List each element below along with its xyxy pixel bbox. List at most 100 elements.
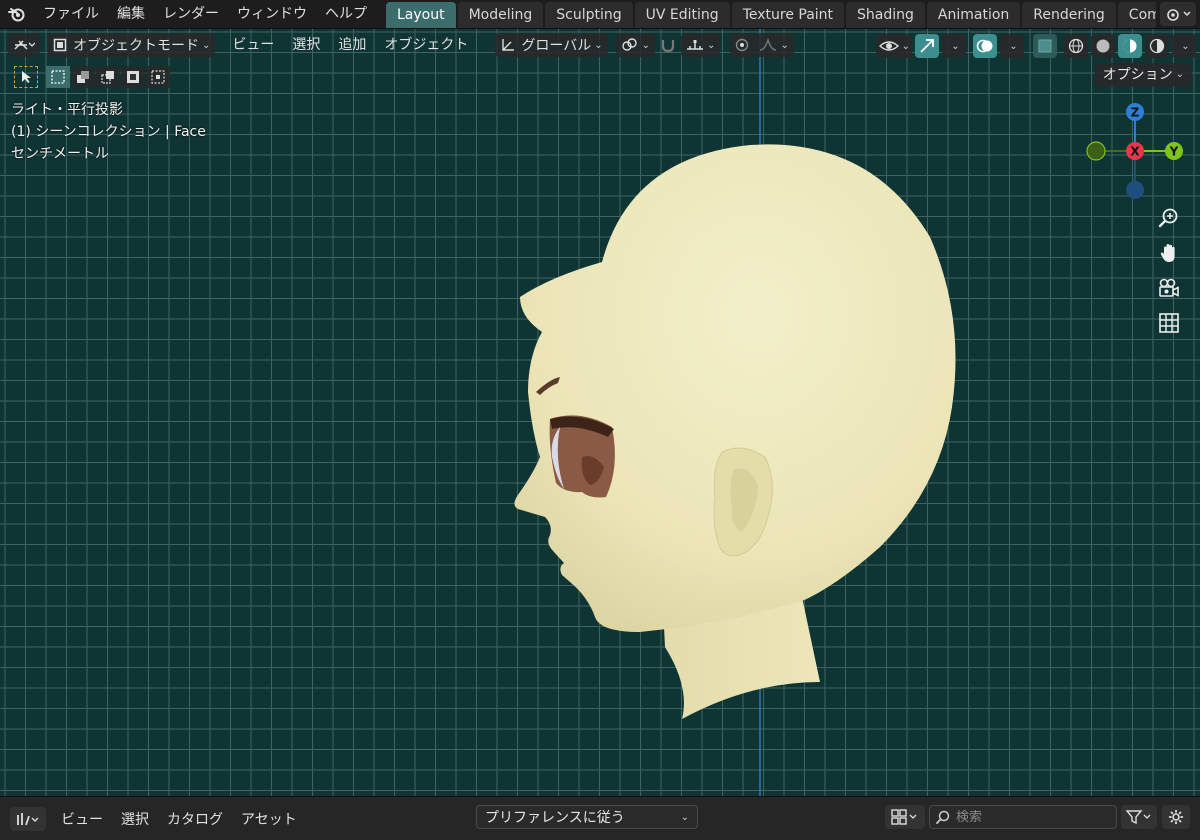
- select-tool-button[interactable]: [14, 66, 38, 88]
- cursor-arrow-icon: [22, 71, 31, 83]
- menu-file[interactable]: ファイル: [34, 0, 108, 28]
- thumbnail-grid-icon: [891, 809, 917, 825]
- chevron-down-icon: ⌄: [951, 40, 960, 52]
- gizmo-toggle[interactable]: [915, 34, 939, 58]
- menu-window[interactable]: ウィンドウ: [228, 0, 316, 28]
- camera-icon: [1159, 278, 1179, 297]
- head-model[interactable]: [490, 127, 970, 727]
- select-mode-intersect[interactable]: [146, 66, 170, 88]
- top-menu-bar: ファイル 編集 レンダー ウィンドウ ヘルプ Layout Modeling S…: [0, 0, 1200, 28]
- xray-toggle[interactable]: [1033, 34, 1057, 58]
- chevron-down-icon: ⌄: [202, 39, 211, 51]
- asset-browser-header: ビュー 選択 カタログ アセット プリファレンスに従う ⌄: [0, 796, 1200, 840]
- select-subtract-icon: [101, 71, 114, 84]
- tab-uv-editing[interactable]: UV Editing: [634, 2, 730, 28]
- asset-menu-catalog[interactable]: カタログ: [158, 809, 232, 829]
- transform-orientation-selector[interactable]: グローバル ⌄: [495, 33, 608, 57]
- viewport-header-right: ⌄ ⌄ ⌄ ⌄: [875, 33, 1196, 59]
- material-sphere-icon: [1123, 39, 1137, 53]
- asset-settings-button[interactable]: [1162, 805, 1190, 829]
- options-label: オプション: [1102, 67, 1173, 83]
- xray-icon: [1038, 39, 1052, 53]
- overlay-circles-icon: [976, 39, 993, 53]
- tab-compositing[interactable]: Compositi: [1117, 2, 1156, 28]
- snap-toggle[interactable]: [655, 33, 681, 57]
- menu-select[interactable]: 選択: [283, 33, 329, 57]
- zoom-button[interactable]: [1154, 203, 1184, 233]
- tab-texture-paint[interactable]: Texture Paint: [731, 2, 845, 28]
- select-mode-extend[interactable]: [71, 66, 95, 88]
- gizmo-menu-button[interactable]: ⌄: [942, 34, 966, 58]
- asset-search-input[interactable]: [956, 809, 1106, 825]
- options-dropdown[interactable]: オプション ⌄: [1094, 63, 1192, 87]
- pivot-point-button[interactable]: ⌄: [615, 33, 656, 57]
- menu-help[interactable]: ヘルプ: [316, 0, 376, 28]
- tab-animation[interactable]: Animation: [926, 2, 1021, 28]
- select-invert-icon: [127, 71, 139, 83]
- asset-library-selector[interactable]: プリファレンスに従う ⌄: [476, 805, 698, 829]
- menu-view[interactable]: ビュー: [223, 33, 283, 57]
- proportional-editing-icon: [736, 38, 749, 52]
- global-axes-icon: [502, 39, 515, 51]
- 3d-viewport[interactable]: オブジェクトモード ⌄ ビュー 選択 追加 オブジェクト グローバル ⌄ ⌄ ⌄: [0, 28, 1200, 796]
- editor-type-button[interactable]: [8, 33, 40, 57]
- camera-view-button[interactable]: [1154, 273, 1184, 303]
- blender-logo-icon[interactable]: [0, 0, 34, 28]
- menu-object[interactable]: オブジェクト: [375, 33, 477, 57]
- asset-menu-asset[interactable]: アセット: [232, 809, 306, 829]
- asset-library-icon: [17, 812, 39, 825]
- tab-rendering[interactable]: Rendering: [1022, 2, 1116, 28]
- display-mode-button[interactable]: [885, 805, 925, 829]
- mode-selector[interactable]: オブジェクトモード ⌄: [48, 33, 216, 57]
- select-mode-new[interactable]: [46, 66, 70, 88]
- overlays-menu-button[interactable]: ⌄: [1000, 34, 1024, 58]
- tab-sculpting[interactable]: Sculpting: [545, 2, 633, 28]
- shading-material-button[interactable]: [1118, 34, 1142, 58]
- toggle-ortho-button[interactable]: [1154, 308, 1184, 338]
- proportional-edit-toggle[interactable]: [730, 33, 755, 57]
- menu-render[interactable]: レンダー: [154, 0, 228, 28]
- menu-add[interactable]: 追加: [329, 33, 375, 57]
- falloff-curve-icon: [760, 38, 777, 51]
- scene-selector-button[interactable]: [1160, 2, 1196, 26]
- tab-shading[interactable]: Shading: [846, 2, 925, 28]
- shading-rendered-button[interactable]: [1145, 34, 1169, 58]
- chevron-down-icon: ⌄: [1009, 40, 1018, 52]
- eye-icon: [878, 41, 899, 51]
- tab-modeling[interactable]: Modeling: [457, 2, 544, 28]
- blender-window: ファイル 編集 レンダー ウィンドウ ヘルプ Layout Modeling S…: [0, 0, 1200, 840]
- 3d-viewport-icon: [14, 40, 35, 50]
- menu-edit[interactable]: 編集: [108, 0, 154, 28]
- search-icon: [936, 810, 950, 824]
- overlays-toggle[interactable]: [973, 34, 997, 58]
- chevron-down-icon: ⌄: [594, 39, 603, 51]
- pan-button[interactable]: [1154, 238, 1184, 268]
- asset-menu-view[interactable]: ビュー: [52, 809, 112, 829]
- zoom-icon: [1158, 208, 1178, 228]
- asset-library-label: プリファレンスに従う: [485, 810, 625, 826]
- magnet-icon: [661, 40, 675, 53]
- tab-layout[interactable]: Layout: [386, 2, 456, 28]
- gizmo-neg-y-handle[interactable]: [1086, 141, 1106, 161]
- wireframe-sphere-icon: [1068, 38, 1084, 54]
- select-mode-subtract[interactable]: [96, 66, 120, 88]
- shading-wireframe-button[interactable]: [1064, 34, 1088, 58]
- funnel-icon: [1126, 810, 1151, 825]
- navigation-gizmo[interactable]: Z Y X: [1080, 101, 1190, 211]
- asset-menu-select[interactable]: 選択: [112, 809, 158, 829]
- gizmo-neg-z-handle[interactable]: [1126, 181, 1144, 199]
- gizmo-x-label: X: [1130, 145, 1140, 159]
- shading-solid-button[interactable]: [1091, 34, 1115, 58]
- gizmo-y-label: Y: [1169, 145, 1179, 159]
- gizmo-z-label: Z: [1131, 106, 1140, 120]
- visibility-button[interactable]: ⌄: [875, 34, 912, 58]
- select-mode-invert[interactable]: [121, 66, 145, 88]
- filter-button[interactable]: [1121, 805, 1157, 829]
- mode-label: オブジェクトモード: [73, 38, 199, 54]
- snap-target-button[interactable]: ⌄: [681, 33, 721, 57]
- asset-editor-type-button[interactable]: [10, 806, 46, 831]
- shading-menu-button[interactable]: ⌄: [1172, 34, 1196, 58]
- chevron-down-icon: ⌄: [641, 39, 651, 51]
- proportional-falloff-button[interactable]: ⌄: [754, 33, 794, 57]
- asset-search-field[interactable]: [929, 805, 1117, 829]
